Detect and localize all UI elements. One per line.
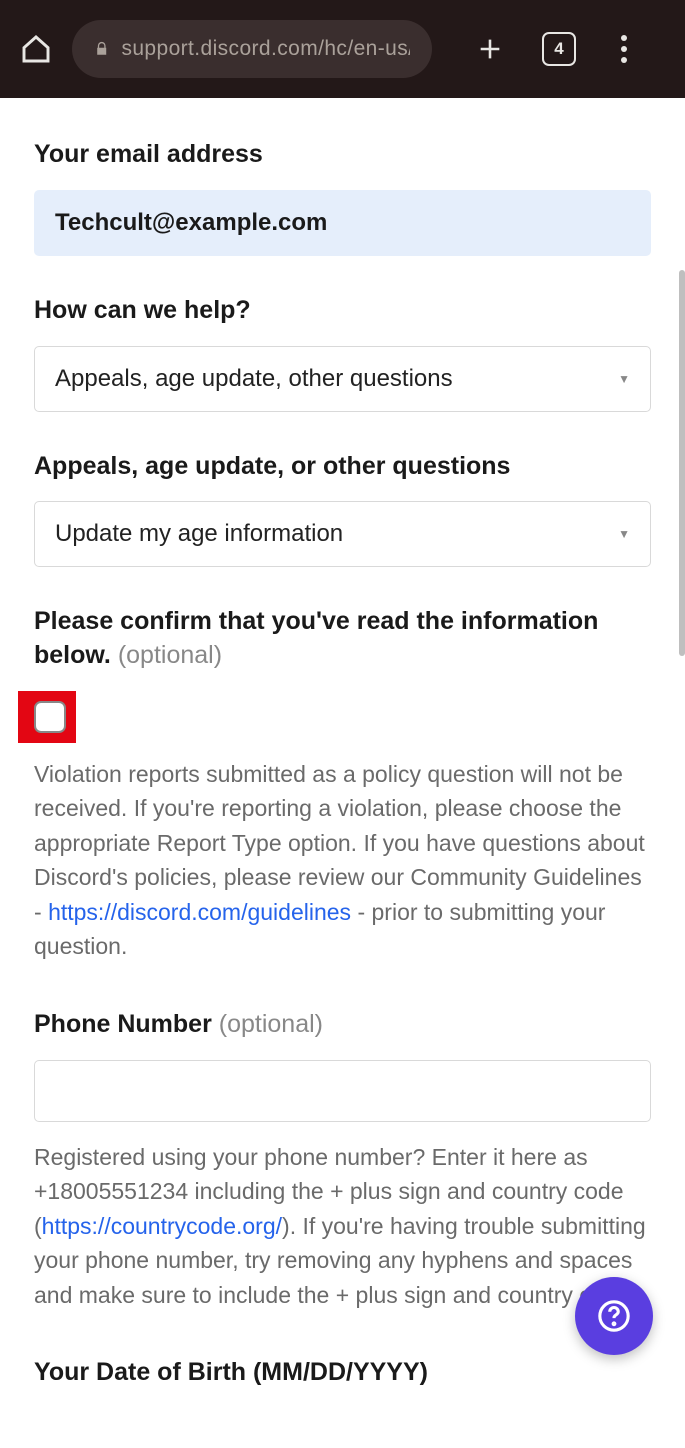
help-label: How can we help? (34, 294, 651, 328)
subtype-label: Appeals, age update, or other questions (34, 450, 651, 484)
email-label: Your email address (34, 138, 651, 172)
confirm-help-text: Violation reports submitted as a policy … (34, 757, 651, 964)
help-select[interactable]: Appeals, age update, other questions ▼ (34, 346, 651, 412)
confirm-checkbox-wrap (34, 691, 651, 743)
dob-label: Your Date of Birth (MM/DD/YYYY) (34, 1356, 651, 1390)
confirm-checkbox[interactable] (34, 701, 66, 733)
chevron-down-icon: ▼ (618, 372, 630, 386)
checkbox-highlight (18, 691, 76, 743)
subtype-select[interactable]: Update my age information ▼ (34, 501, 651, 567)
subtype-select-value: Update my age information (55, 520, 343, 548)
confirm-label: Please confirm that you've read the info… (34, 605, 651, 673)
help-select-value: Appeals, age update, other questions (55, 365, 453, 393)
phone-label: Phone Number (optional) (34, 1008, 651, 1042)
url-bar[interactable]: support.discord.com/hc/en-us/requ (72, 20, 432, 78)
phone-field[interactable] (34, 1060, 651, 1122)
home-icon[interactable] (20, 33, 52, 65)
tab-counter[interactable]: 4 (542, 32, 576, 66)
chevron-down-icon: ▼ (618, 527, 630, 541)
phone-help-text: Registered using your phone number? Ente… (34, 1140, 651, 1313)
lock-icon (94, 38, 109, 60)
url-text: support.discord.com/hc/en-us/requ (121, 37, 410, 61)
page-content: Your email address Techcult@example.com … (0, 98, 685, 1448)
scroll-indicator[interactable] (679, 270, 685, 656)
new-tab-icon[interactable] (476, 35, 504, 63)
browser-toolbar: support.discord.com/hc/en-us/requ 4 (0, 0, 685, 98)
toolbar-actions: 4 (476, 32, 634, 66)
email-field[interactable]: Techcult@example.com (34, 190, 651, 256)
guidelines-link[interactable]: https://discord.com/guidelines (48, 899, 351, 925)
question-icon (597, 1299, 631, 1333)
help-fab[interactable] (575, 1277, 653, 1355)
countrycode-link[interactable]: https://countrycode.org/ (42, 1213, 282, 1239)
menu-icon[interactable] (614, 35, 634, 63)
